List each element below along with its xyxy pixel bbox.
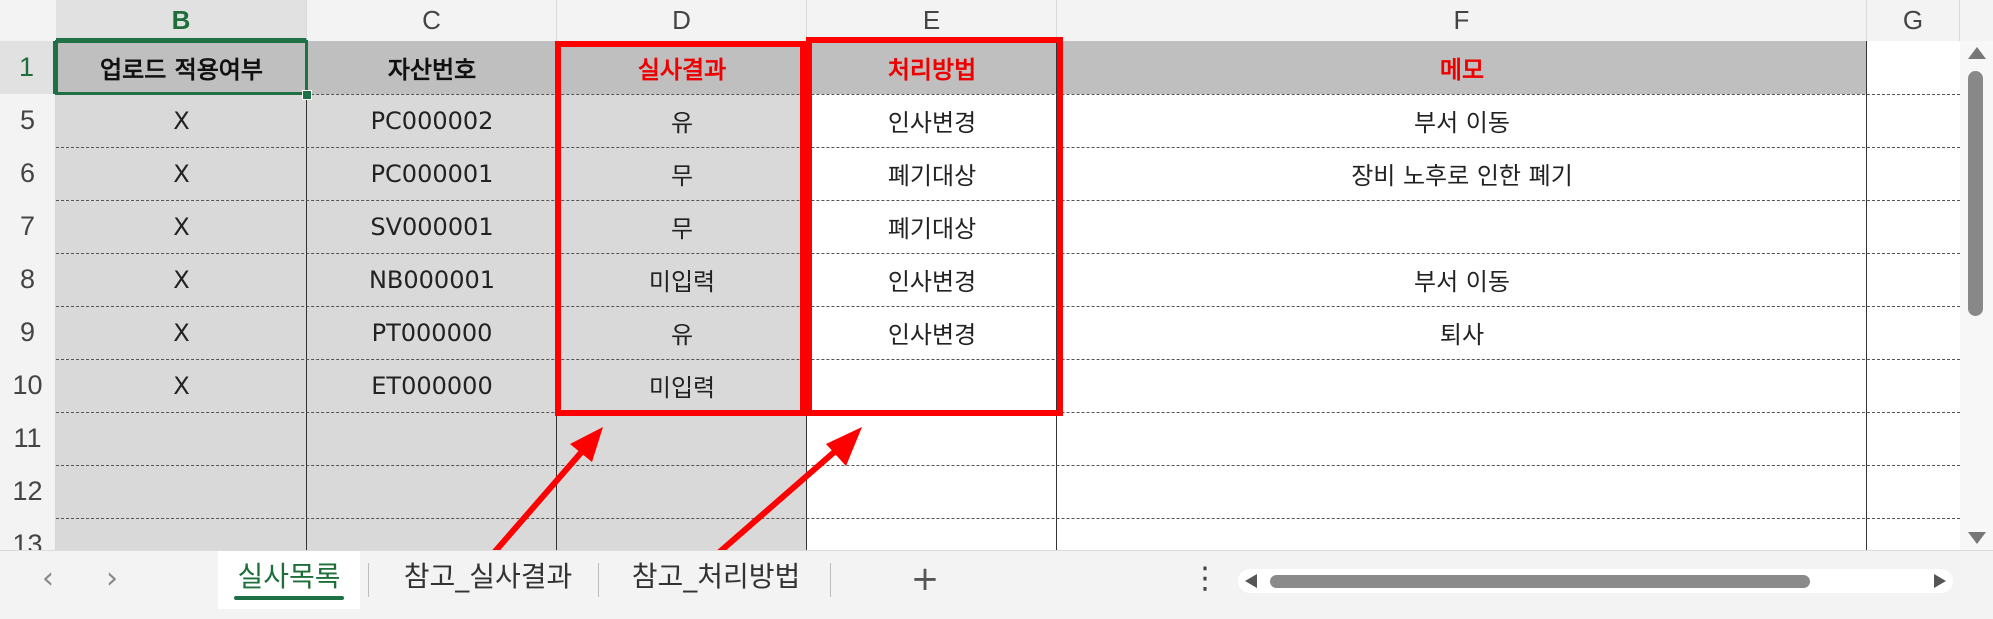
vertical-ellipsis-icon[interactable]: ⋮ <box>1190 551 1220 607</box>
scroll-down-icon[interactable] <box>1968 532 1986 544</box>
horizontal-scrollbar[interactable] <box>1238 569 1953 593</box>
active-tab-underline <box>234 596 344 600</box>
vertical-scrollbar[interactable] <box>1960 41 1993 550</box>
scroll-right-icon[interactable] <box>1934 574 1946 588</box>
sheet-tab-ref-audit-result[interactable]: 참고_실사결과 <box>384 551 592 609</box>
tab-separator <box>368 563 369 597</box>
annotation-arrows <box>489 427 862 566</box>
red-arrow-head-icon <box>826 427 862 466</box>
scroll-up-icon[interactable] <box>1968 47 1986 59</box>
red-arrow-icon <box>489 438 595 557</box>
horizontal-scroll-thumb[interactable] <box>1270 575 1810 588</box>
sheet-tab-ref-handling-method[interactable]: 참고_처리방법 <box>612 551 820 609</box>
scroll-left-icon[interactable] <box>1245 574 1257 588</box>
sheet-tab-bar: ‹ › 실사목록 참고_실사결과 참고_처리방법 + ⋮ <box>0 550 1993 619</box>
tab-separator <box>598 563 599 597</box>
sheet-tab-audit-list[interactable]: 실사목록 <box>218 551 360 609</box>
prev-sheet-icon[interactable]: ‹ <box>28 559 68 599</box>
next-sheet-icon[interactable]: › <box>92 559 132 599</box>
vertical-scroll-thumb[interactable] <box>1968 71 1983 316</box>
tab-separator <box>830 563 831 597</box>
plus-icon[interactable]: + <box>905 551 945 607</box>
red-arrow-icon <box>705 437 850 566</box>
